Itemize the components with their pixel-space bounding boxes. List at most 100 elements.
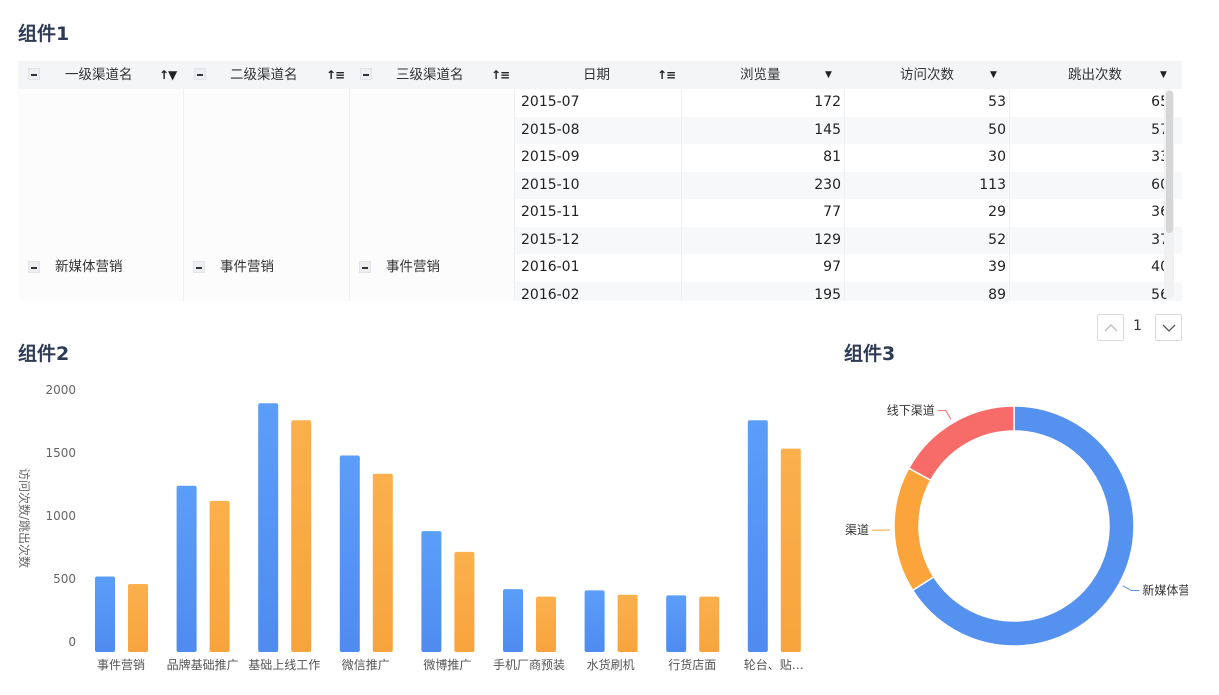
collapse-icon[interactable] bbox=[359, 261, 371, 273]
chevron-down-icon bbox=[1162, 324, 1176, 332]
date-cell: 2015-11 bbox=[521, 204, 580, 220]
visits-cell: 113 bbox=[979, 176, 1006, 193]
sort-icon[interactable]: ↑≡ bbox=[491, 61, 510, 89]
table-scrollbar-thumb[interactable] bbox=[1166, 91, 1173, 233]
bar-chart: 0 500 1000 1500 2000 访问次数/跳出次数事件营销 品牌基础推广 基础上线工… bbox=[17, 383, 804, 672]
views-cell: 230 bbox=[814, 176, 841, 193]
sort-icon[interactable]: ↑≡ bbox=[657, 61, 676, 89]
merged-cell-level1: 新媒体营销 bbox=[18, 89, 184, 301]
slice-label: 新媒体营 bbox=[1142, 583, 1188, 598]
bar-visits[interactable] bbox=[176, 485, 197, 652]
y-tick-label: 1000 bbox=[45, 509, 76, 523]
bar-visits[interactable] bbox=[421, 531, 442, 652]
bar-bounces[interactable] bbox=[291, 420, 312, 652]
y-axis-label: 访问次数/跳出次数 bbox=[17, 468, 32, 568]
collapse-icon[interactable] bbox=[193, 261, 205, 273]
table-header: 一级渠道名 ↑▼ 二级渠道名 ↑≡ 三级渠道名 ↑≡ 日期 ↑≡ 浏览量 ▼ 访… bbox=[18, 61, 1182, 89]
y-tick-label: 0 bbox=[68, 635, 76, 649]
x-tick-label: 基础上线工作 bbox=[248, 658, 320, 672]
bar-visits[interactable] bbox=[584, 590, 605, 652]
views-cell: 81 bbox=[823, 149, 841, 165]
bar-visits[interactable] bbox=[95, 576, 115, 652]
data-table: 一级渠道名 ↑▼ 二级渠道名 ↑≡ 三级渠道名 ↑≡ 日期 ↑≡ 浏览量 ▼ 访… bbox=[18, 61, 1182, 301]
dropdown-caret-icon[interactable]: ▼ bbox=[1160, 61, 1167, 89]
x-tick-label: 微信推广 bbox=[342, 658, 390, 672]
bar-visits[interactable] bbox=[666, 595, 687, 652]
header-visits[interactable]: 访问次数 ▼ bbox=[844, 61, 1009, 89]
table-row[interactable]: 2015-10 230 113 60 bbox=[515, 171, 1182, 199]
date-cell: 2015-08 bbox=[521, 121, 580, 138]
bar-visits[interactable] bbox=[747, 420, 768, 652]
bar-visits[interactable] bbox=[503, 589, 523, 652]
views-cell: 172 bbox=[814, 94, 841, 110]
collapse-icon[interactable] bbox=[360, 68, 372, 80]
collapse-icon[interactable] bbox=[28, 68, 40, 80]
level1-value: 新媒体营销 bbox=[55, 259, 123, 275]
header-level3[interactable]: 三级渠道名 ↑≡ bbox=[350, 61, 515, 89]
date-cell: 2015-07 bbox=[521, 94, 580, 110]
date-cell: 2015-10 bbox=[521, 176, 580, 193]
column-divider bbox=[844, 89, 845, 301]
views-cell: 77 bbox=[823, 204, 841, 220]
bar-bounces[interactable] bbox=[536, 596, 556, 652]
header-level1[interactable]: 一级渠道名 ↑▼ bbox=[18, 61, 184, 89]
page-next-button[interactable] bbox=[1155, 314, 1182, 341]
donut-chart: 新媒体营 渠道 线下渠道 bbox=[845, 404, 1188, 647]
date-cell: 2015-12 bbox=[521, 231, 580, 248]
header-level2[interactable]: 二级渠道名 ↑≡ bbox=[184, 61, 350, 89]
x-tick-label: 行货店面 bbox=[668, 657, 716, 672]
bar-bounces[interactable] bbox=[209, 500, 230, 652]
bar-visits[interactable] bbox=[339, 455, 360, 652]
table-row[interactable]: 2016-01 97 39 40 bbox=[515, 254, 1182, 282]
header-bounces[interactable]: 跳出次数 ▼ bbox=[1009, 61, 1182, 89]
table-row[interactable]: 2015-07 172 53 65 bbox=[515, 89, 1182, 117]
header-views-label: 浏览量 bbox=[740, 67, 781, 83]
bar-bounces[interactable] bbox=[128, 584, 148, 652]
views-cell: 129 bbox=[814, 231, 841, 248]
table-row[interactable]: 2016-02 195 89 56 bbox=[515, 281, 1182, 302]
header-date-label: 日期 bbox=[583, 67, 610, 83]
table-row[interactable]: 2015-08 145 50 57 bbox=[515, 116, 1182, 144]
widget1-title: 组件1 bbox=[18, 23, 70, 45]
collapse-icon[interactable] bbox=[28, 261, 40, 273]
bar-bounces[interactable] bbox=[617, 594, 638, 652]
column-divider bbox=[681, 89, 682, 301]
y-tick-label: 500 bbox=[53, 572, 76, 586]
header-date[interactable]: 日期 ↑≡ bbox=[515, 61, 681, 89]
sort-filter-icon[interactable]: ↑▼ bbox=[159, 61, 177, 89]
bar-bounces[interactable] bbox=[699, 596, 720, 652]
table-row[interactable]: 2015-09 81 30 33 bbox=[515, 144, 1182, 172]
dropdown-caret-icon[interactable]: ▼ bbox=[825, 61, 832, 89]
merged-cell-level2: 事件营销 bbox=[184, 89, 350, 301]
bar-visits[interactable] bbox=[258, 403, 279, 652]
visits-cell: 29 bbox=[988, 204, 1006, 220]
header-visits-label: 访问次数 bbox=[900, 67, 954, 83]
column-divider bbox=[1009, 89, 1010, 301]
collapse-icon[interactable] bbox=[194, 68, 206, 80]
visits-cell: 53 bbox=[988, 94, 1006, 110]
x-tick-label: 品牌基础推广 bbox=[167, 658, 239, 672]
dropdown-caret-icon[interactable]: ▼ bbox=[990, 61, 997, 89]
bar-bounces[interactable] bbox=[454, 551, 475, 652]
page-prev-button[interactable] bbox=[1097, 314, 1124, 341]
header-level1-label: 一级渠道名 bbox=[65, 67, 133, 83]
x-tick-label: 轮台、贴… bbox=[744, 657, 804, 672]
visits-cell: 89 bbox=[988, 286, 1006, 302]
header-level2-label: 二级渠道名 bbox=[230, 67, 298, 83]
sort-icon[interactable]: ↑≡ bbox=[326, 61, 345, 89]
label-leader-line bbox=[1122, 585, 1140, 592]
header-views[interactable]: 浏览量 ▼ bbox=[681, 61, 844, 89]
slice-label: 线下渠道 bbox=[887, 404, 935, 418]
y-tick-label: 1500 bbox=[45, 446, 76, 460]
bar-bounces[interactable] bbox=[780, 448, 801, 652]
views-cell: 97 bbox=[823, 259, 841, 275]
table-row[interactable]: 2015-11 77 29 36 bbox=[515, 199, 1182, 227]
table-row[interactable]: 2015-12 129 52 37 bbox=[515, 226, 1182, 254]
bar-bounces[interactable] bbox=[372, 473, 393, 652]
x-tick-label: 水货刷机 bbox=[587, 657, 635, 672]
donut-slice[interactable] bbox=[893, 467, 935, 592]
date-cell: 2015-09 bbox=[521, 149, 580, 165]
page-number: 1 bbox=[1133, 318, 1142, 334]
table-body: 新媒体营销 事件营销 事件营销 2015-07 172 53 65 2015-08 145… bbox=[18, 89, 1182, 301]
merged-cell-level3: 事件营销 bbox=[350, 89, 515, 301]
